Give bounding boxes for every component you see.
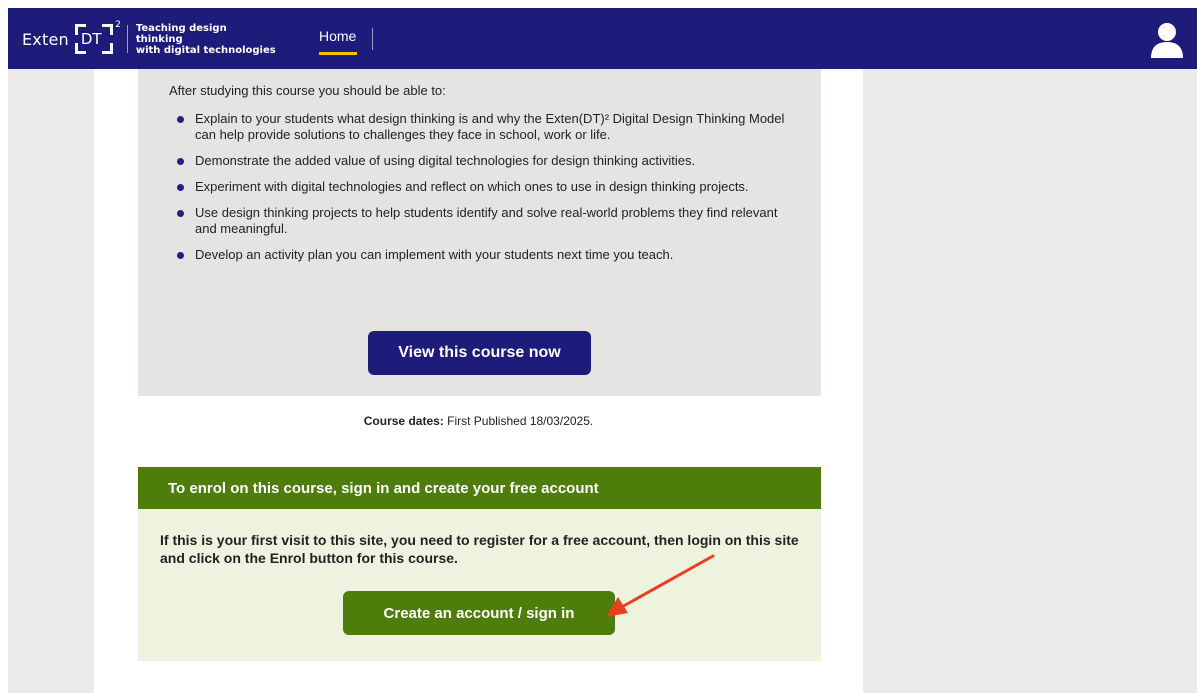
nav-active-indicator xyxy=(319,52,357,55)
tagline-line-2: with digital technologies xyxy=(135,44,276,56)
create-account-button[interactable]: Create an account / sign in xyxy=(343,591,615,635)
logo-mark-text: DT xyxy=(80,30,102,48)
site-tagline: Teaching design thinking with digital te… xyxy=(136,23,276,56)
nav-divider xyxy=(372,28,373,50)
list-item: Experiment with digital technologies and… xyxy=(169,179,789,195)
list-item: Develop an activity plan you can impleme… xyxy=(169,247,789,263)
user-icon[interactable] xyxy=(1150,22,1184,58)
outcomes-intro: After studying this course you should be… xyxy=(169,83,446,98)
outcomes-list: Explain to your students what design thi… xyxy=(169,111,789,273)
logo-divider xyxy=(126,25,128,53)
site-logo[interactable]: Exten DT 2 Teaching design thinking with… xyxy=(22,20,276,58)
list-item: Use design thinking projects to help stu… xyxy=(169,205,789,237)
course-dates-label: Course dates: xyxy=(363,414,444,428)
view-course-button[interactable]: View this course now xyxy=(368,331,591,375)
nav-home-link[interactable]: Home xyxy=(319,28,356,44)
annotation-arrow-icon xyxy=(606,554,715,617)
course-dates: Course dates: First Published 18/03/2025… xyxy=(94,414,863,428)
enrol-heading: To enrol on this course, sign in and cre… xyxy=(138,467,821,509)
list-item: Explain to your students what design thi… xyxy=(169,111,789,143)
learning-outcomes-panel: After studying this course you should be… xyxy=(138,69,821,396)
enrol-panel: To enrol on this course, sign in and cre… xyxy=(138,467,821,661)
page-frame: Exten DT 2 Teaching design thinking with… xyxy=(8,8,1197,693)
course-dates-value: First Published 18/03/2025. xyxy=(443,414,594,428)
logo-word: Exten xyxy=(22,29,69,49)
logo-mark: DT 2 xyxy=(74,20,121,54)
logo-superscript: 2 xyxy=(115,20,121,30)
tagline-line-1: Teaching design thinking xyxy=(135,22,227,45)
top-navigation-bar: Exten DT 2 Teaching design thinking with… xyxy=(8,8,1197,69)
list-item: Demonstrate the added value of using dig… xyxy=(169,153,789,169)
main-content: After studying this course you should be… xyxy=(94,69,863,693)
